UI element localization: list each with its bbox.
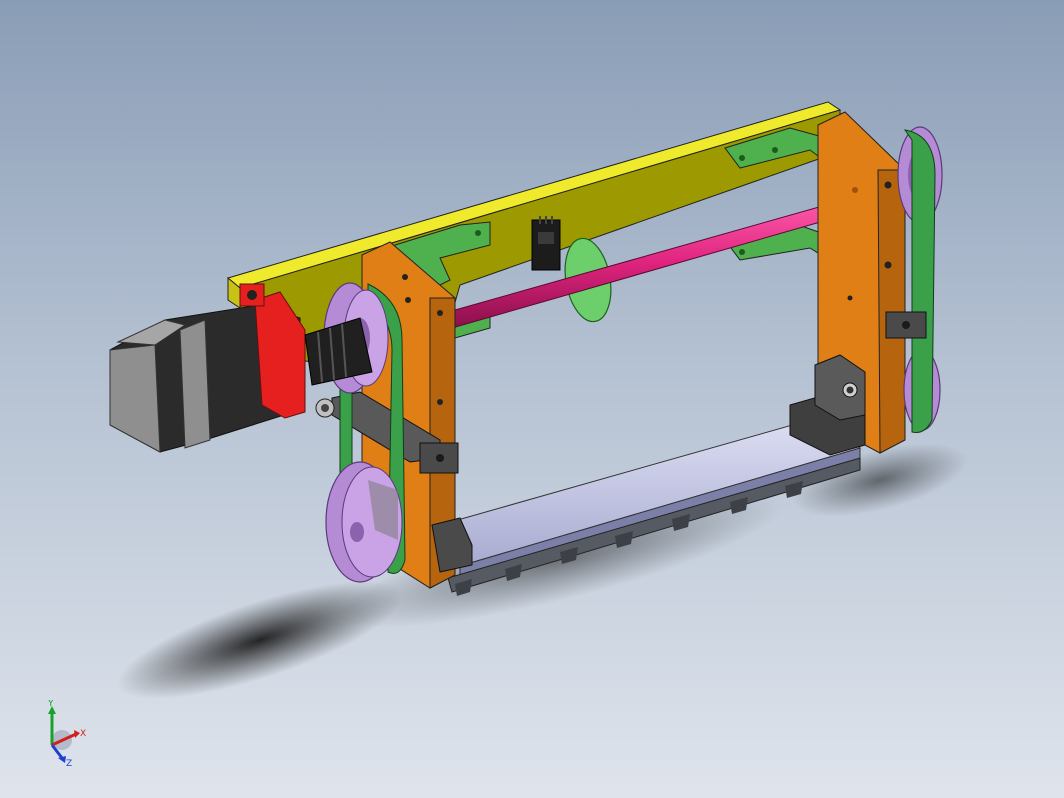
y-axis-label: Y <box>47 700 54 709</box>
rail-end-block-right[interactable] <box>789 354 866 456</box>
assembly-model[interactable] <box>0 0 1064 798</box>
x-axis-label: X <box>80 729 86 739</box>
coordinate-triad: Y X Z <box>47 700 86 769</box>
z-axis-label: Z <box>66 759 72 769</box>
right-tensioner-block[interactable] <box>885 311 927 339</box>
stepper-motor[interactable] <box>109 283 306 453</box>
left-lower-pulley[interactable] <box>325 461 403 583</box>
3d-viewport[interactable]: Y X Z <box>0 0 1064 798</box>
optical-sensor[interactable] <box>531 216 561 271</box>
